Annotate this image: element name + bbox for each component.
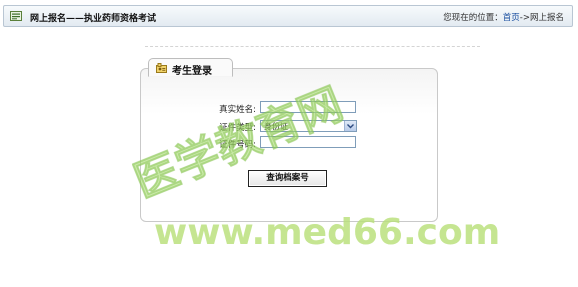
breadcrumb: 您现在的位置：首页->网上报名 [443, 11, 564, 23]
page-title: 网上报名——执业药师资格考试 [30, 14, 157, 24]
nav-icon [10, 11, 22, 21]
id-number-input[interactable] [260, 136, 356, 148]
divider [145, 46, 480, 47]
breadcrumb-current: 网上报名 [529, 13, 564, 23]
query-archive-button[interactable]: 查询档案号 [248, 170, 327, 187]
panel-title: 考生登录 [172, 66, 212, 77]
chevron-down-icon[interactable] [344, 121, 356, 131]
header-bar: 网上报名——执业药师资格考试 您现在的位置：首页->网上报名 [3, 5, 573, 27]
breadcrumb-prefix: 您现在的位置： [443, 13, 503, 23]
breadcrumb-separator: -> [519, 13, 530, 23]
id-type-label: 证件类型: [219, 123, 256, 133]
id-number-label: 证件号码: [219, 140, 256, 150]
breadcrumb-home-link[interactable]: 首页 [503, 13, 520, 23]
name-label: 真实姓名: [219, 105, 256, 115]
name-input[interactable] [260, 101, 356, 113]
id-type-select[interactable]: 身份证 [260, 120, 357, 132]
id-type-selected: 身份证 [264, 122, 288, 131]
login-icon [156, 63, 167, 73]
login-panel-tab: 考生登录 [148, 58, 233, 77]
